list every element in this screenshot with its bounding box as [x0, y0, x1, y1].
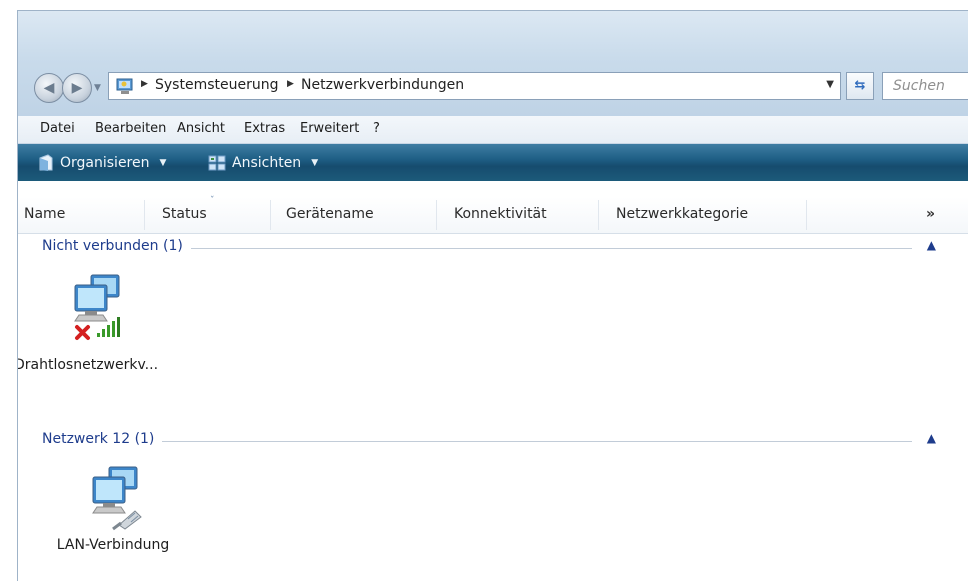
views-icon [208, 155, 226, 171]
breadcrumb-separator-icon: ▶ [141, 79, 148, 89]
column-konnektivitaet[interactable]: Konnektivität [454, 206, 547, 222]
address-bar[interactable]: ▶ Systemsteuerung ▶ Netzwerkverbindungen… [108, 72, 841, 100]
back-button[interactable]: ◀ [34, 73, 64, 103]
search-input[interactable]: Suchen [882, 72, 968, 100]
column-divider[interactable] [806, 200, 807, 230]
group-header-nicht-verbunden[interactable]: Nicht verbunden (1) ▲ [42, 238, 942, 258]
item-label: LAN-Verbindung [56, 537, 170, 553]
lan-connection-icon [92, 466, 142, 531]
wireless-network-disconnected-icon [74, 274, 120, 340]
menu-ansicht[interactable]: Ansicht [177, 121, 225, 136]
menu-bar: Datei Bearbeiten Ansicht Extras Erweiter… [18, 116, 968, 144]
item-label: Drahtlosnetzwerkv... [17, 357, 159, 373]
column-geraetename[interactable]: Gerätename [286, 206, 374, 222]
menu-datei[interactable]: Datei [40, 121, 75, 136]
organize-icon [39, 154, 53, 171]
views-label: Ansichten [232, 155, 302, 171]
network-item-lan[interactable]: LAN-Verbindung [48, 463, 178, 553]
menu-bearbeiten[interactable]: Bearbeiten [95, 121, 166, 136]
menu-extras[interactable]: Extras [244, 121, 285, 136]
menu-erweitert[interactable]: Erweitert [300, 121, 359, 136]
collapse-group-icon[interactable]: ▲ [927, 238, 936, 252]
group-title: Nicht verbunden (1) [42, 238, 191, 254]
organize-label: Organisieren [60, 155, 150, 171]
chevron-down-icon: ▼ [311, 158, 319, 168]
column-divider[interactable] [270, 200, 271, 230]
breadcrumb-separator-icon: ▶ [287, 79, 294, 89]
refresh-button[interactable]: ⇆ [846, 72, 874, 100]
breadcrumb-netzwerkverbindungen[interactable]: Netzwerkverbindungen [301, 77, 464, 93]
command-toolbar: Organisieren ▼ Ansichten ▼ [18, 144, 968, 181]
navigation-bar: ◀ ▶ ▼ ▶ Systemsteuerung ▶ Netzwerkverbin… [18, 11, 968, 116]
menu-help[interactable]: ? [373, 121, 380, 136]
collapse-group-icon[interactable]: ▲ [927, 431, 936, 445]
column-netzwerkkategorie[interactable]: Netzwerkkategorie [616, 206, 748, 222]
column-header-bar: Name Status ˇ Gerätename Konnektivität N… [18, 196, 968, 234]
views-button[interactable]: Ansichten ▼ [208, 152, 318, 174]
column-divider[interactable] [144, 200, 145, 230]
column-divider[interactable] [598, 200, 599, 230]
address-dropdown-icon[interactable]: ▼ [826, 79, 834, 90]
control-panel-icon [116, 78, 133, 94]
forward-button[interactable]: ▶ [62, 73, 92, 103]
recent-pages-dropdown[interactable]: ▼ [94, 81, 104, 95]
column-name[interactable]: Name [24, 206, 65, 222]
column-status[interactable]: Status [162, 206, 207, 222]
more-columns-button[interactable]: » [926, 206, 935, 222]
chevron-down-icon: ▼ [159, 158, 167, 168]
group-header-netzwerk-12[interactable]: Netzwerk 12 (1) ▲ [42, 431, 942, 451]
sort-indicator-icon: ˇ [210, 196, 215, 206]
group-title: Netzwerk 12 (1) [42, 431, 163, 447]
network-item-wireless[interactable]: Drahtlosnetzwerkv... [18, 271, 172, 373]
breadcrumb-systemsteuerung[interactable]: Systemsteuerung [155, 77, 278, 93]
group-divider-line [42, 441, 912, 442]
column-divider[interactable] [436, 200, 437, 230]
explorer-window: ◀ ▶ ▼ ▶ Systemsteuerung ▶ Netzwerkverbin… [17, 10, 968, 581]
organize-button[interactable]: Organisieren ▼ [38, 152, 166, 174]
